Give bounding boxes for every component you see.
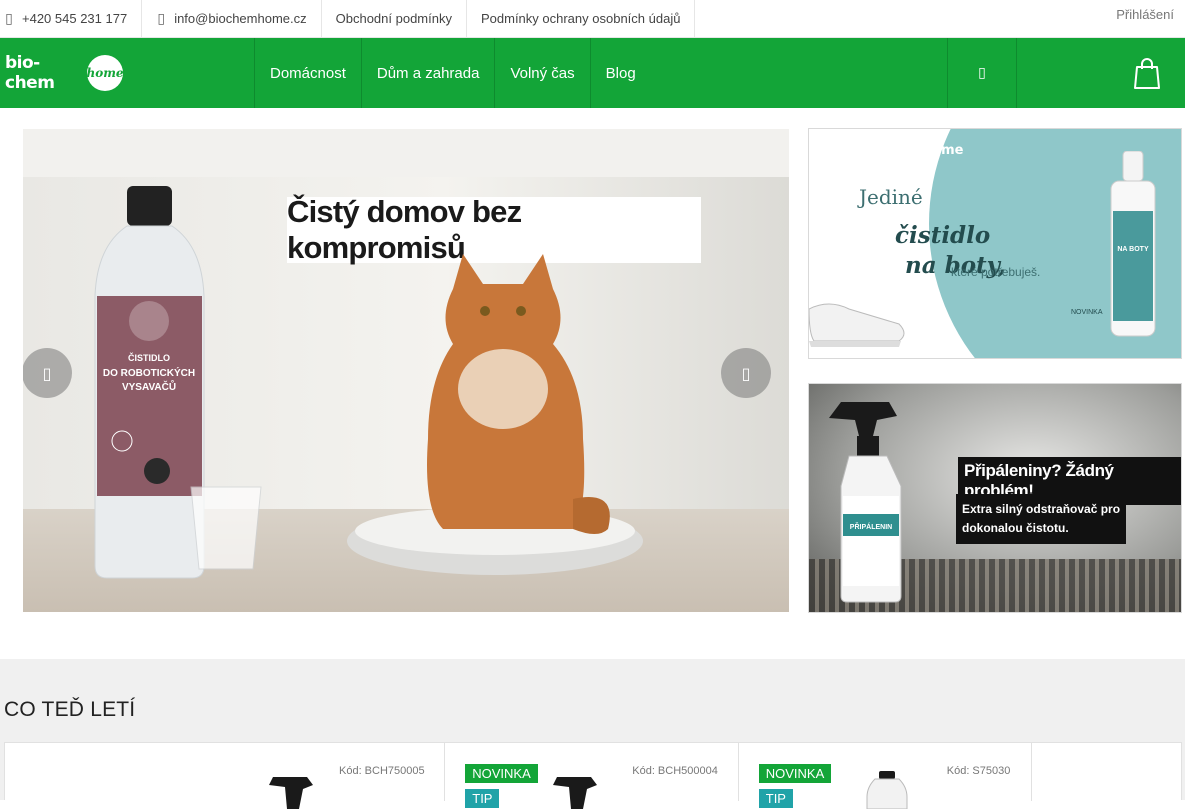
shoe-cleaner-banner[interactable]: bio-chem home Jediné čistidlo na boty, k… xyxy=(808,128,1182,359)
svg-text:PŘIPÁLENIN: PŘIPÁLENIN xyxy=(850,522,892,531)
product-card[interactable]: NOVINKA TIP Kód: BCH500004 xyxy=(445,743,739,809)
banner1-line2a: čistidlo xyxy=(895,222,991,249)
product-code: Kód: BCH750005 xyxy=(339,765,425,777)
slider-prev-button[interactable]: ▯ xyxy=(23,348,72,398)
chevron-left-icon: ▯ xyxy=(42,363,52,383)
measuring-cup-image xyxy=(190,486,262,570)
cart-button[interactable] xyxy=(1130,55,1164,91)
svg-text:ČISTIDLO: ČISTIDLO xyxy=(128,352,170,363)
banner1-line1: Jediné xyxy=(859,185,923,209)
search-button[interactable]: ▯ xyxy=(947,38,1017,108)
product-list: Kód: BCH750005 NOVINKA TIP Kód: BCH50000… xyxy=(4,742,1182,809)
banner1-line4: které potřebuješ. xyxy=(951,265,1041,279)
chevron-right-icon: ▯ xyxy=(741,363,751,383)
login-link[interactable]: Přihlášení xyxy=(1116,7,1174,22)
product-code: Kód: S75030 xyxy=(946,765,1011,777)
site-logo[interactable]: bio-chem home xyxy=(5,53,124,93)
product-code: Kód: BCH500004 xyxy=(632,765,718,777)
product-image xyxy=(269,777,313,809)
svg-text:VYSAVAČŮ: VYSAVAČŮ xyxy=(122,379,176,393)
main-navbar: bio-chem home Domácnost Dům a zahrada Vo… xyxy=(0,38,1185,108)
hero-slider[interactable]: Čistý domov bez kompromisů ČISTIDLO DO R… xyxy=(23,129,789,612)
spray-bottle-image: PŘIPÁLENIN xyxy=(829,402,902,603)
sneaker-image xyxy=(809,303,905,347)
svg-text:NA BOTY: NA BOTY xyxy=(1117,246,1149,253)
product-card[interactable]: NOVINKA TIP Kód: S75030 xyxy=(739,743,1033,809)
banner1-brand: bio-chem home xyxy=(851,143,964,158)
section-title: CO TEĎ LETÍ xyxy=(4,698,136,721)
email-address: info@biochemhome.cz xyxy=(174,11,307,26)
menu-item-domacnost[interactable]: Domácnost xyxy=(254,38,361,108)
banner2-subline1: Extra silný odstraňovač pro xyxy=(962,502,1121,516)
main-menu: Domácnost Dům a zahrada Volný čas Blog xyxy=(254,38,651,108)
banner2-subline2: dokonalou čistotu. xyxy=(962,521,1069,535)
phone-icon: ▯ xyxy=(5,10,13,27)
privacy-link[interactable]: Podmínky ochrany osobních údajů xyxy=(467,0,696,37)
phone-number: +420 545 231 177 xyxy=(22,11,128,26)
burnt-residue-remover-banner[interactable]: PŘIPÁLENIN Připáleniny? Žádný problém! E… xyxy=(808,383,1182,613)
logo-badge: home xyxy=(86,55,124,91)
menu-item-blog[interactable]: Blog xyxy=(589,38,651,108)
banner2-subline: Extra silný odstraňovač pro dokonalou či… xyxy=(956,494,1127,544)
menu-item-dum-a-zahrada[interactable]: Dům a zahrada xyxy=(360,38,495,108)
shoe-cleaner-bottle-image: NA BOTY xyxy=(1110,151,1156,337)
badge-tip: TIP xyxy=(465,789,500,808)
cat-image xyxy=(427,254,610,534)
top-bar: ▯ +420 545 231 177 ▯ info@biochemhome.cz… xyxy=(0,0,1185,38)
badge-new: NOVINKA xyxy=(758,764,832,783)
phone-link[interactable]: ▯ +420 545 231 177 xyxy=(0,0,143,37)
product-card[interactable]: Kód: BCH750005 xyxy=(5,743,446,809)
banner1-new-tag: NOVINKA xyxy=(1071,309,1103,316)
terms-link[interactable]: Obchodní podmínky xyxy=(322,0,467,37)
menu-item-volny-cas[interactable]: Volný čas xyxy=(494,38,589,108)
shopping-bag-icon xyxy=(1134,58,1160,89)
search-icon: ▯ xyxy=(978,65,986,81)
product-image xyxy=(866,771,908,809)
logo-text: bio-chem xyxy=(5,53,55,93)
badge-new: NOVINKA xyxy=(465,764,538,783)
product-image xyxy=(553,777,598,809)
svg-text:DO ROBOTICKÝCH: DO ROBOTICKÝCH xyxy=(103,366,195,379)
badge-tip: TIP xyxy=(758,789,793,808)
product-card[interactable] xyxy=(1032,743,1181,801)
slider-next-button[interactable]: ▯ xyxy=(721,348,771,398)
email-link[interactable]: ▯ info@biochemhome.cz xyxy=(142,0,322,37)
envelope-icon: ▯ xyxy=(157,10,166,27)
